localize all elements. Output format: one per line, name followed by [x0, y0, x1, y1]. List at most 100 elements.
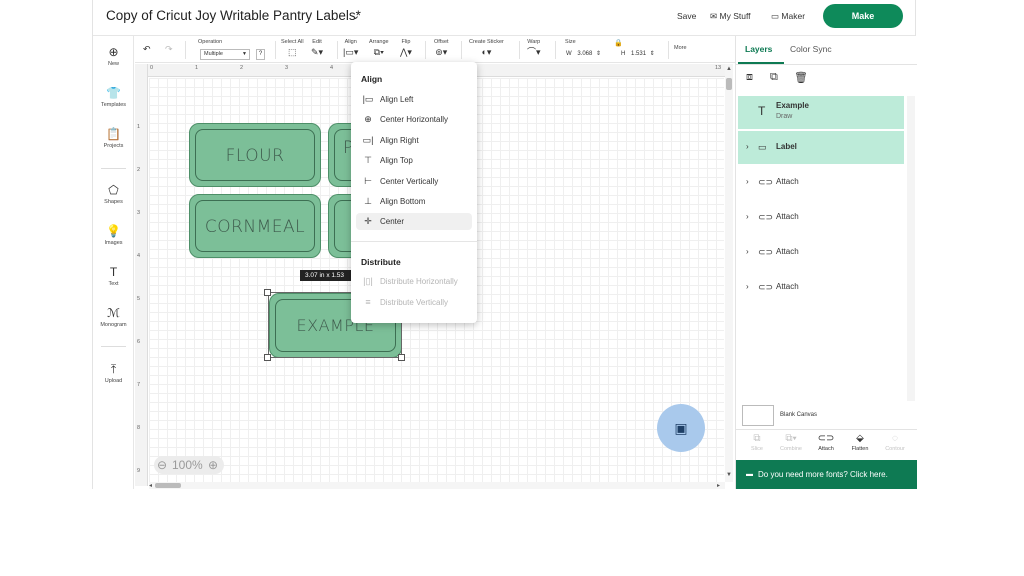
- chat-button[interactable]: ▣: [657, 404, 705, 452]
- chevron-right-icon[interactable]: ›: [746, 212, 749, 221]
- chevron-right-icon[interactable]: ›: [746, 177, 749, 186]
- redo-button[interactable]: ↷: [165, 42, 173, 56]
- ruler-number: 3: [285, 65, 289, 71]
- distribute-heading: Distribute: [361, 257, 401, 267]
- menu-distribute-vertically[interactable]: ≡ Distribute Vertically: [356, 294, 472, 311]
- warp-button[interactable]: Warp ⌒▾: [527, 39, 541, 59]
- menu-item-label: Center Horizontally: [380, 115, 449, 124]
- group-layers-icon[interactable]: ⧈: [746, 71, 753, 84]
- ruler-number: 2: [137, 167, 141, 173]
- select-all-button[interactable]: Select All ⬚: [281, 39, 304, 59]
- rail-monogram[interactable]: ℳ Monogram: [93, 306, 134, 328]
- menu-center[interactable]: ✛ Center: [356, 213, 472, 230]
- make-button[interactable]: Make: [823, 4, 903, 28]
- operation-label: Operation: [198, 39, 223, 45]
- flatten-button[interactable]: ⬙ Flatten: [845, 432, 875, 452]
- rail-projects[interactable]: 📋 Projects: [93, 127, 134, 149]
- undo-button[interactable]: ↶: [143, 42, 151, 56]
- save-button[interactable]: Save: [677, 11, 696, 21]
- rail-label: Templates: [100, 102, 127, 108]
- height-field[interactable]: H 1.531 ⇕: [621, 49, 655, 60]
- menu-align-top[interactable]: ⊤ Align Top: [356, 152, 472, 169]
- rail-new[interactable]: ⊕ New: [93, 45, 134, 67]
- tool-label: Combine: [779, 446, 802, 452]
- rail-shapes[interactable]: ⬠ Shapes: [93, 183, 134, 205]
- ruler-number: 4: [330, 65, 334, 71]
- label-shape-flour[interactable]: FLOUR: [189, 123, 321, 187]
- menu-align-bottom[interactable]: ⊥ Align Bottom: [356, 193, 472, 210]
- scroll-right-icon[interactable]: ▸: [717, 482, 720, 489]
- chevron-down-icon[interactable]: ⌄: [351, 9, 360, 22]
- height-prefix: H: [621, 51, 626, 57]
- combine-button[interactable]: ⧉▾ Combine: [776, 432, 806, 452]
- layers-scrollbar[interactable]: [907, 96, 915, 401]
- rail-text[interactable]: T Text: [93, 265, 134, 287]
- canvas-vertical-scrollbar[interactable]: ▲ ▼: [725, 64, 733, 482]
- layer-row-label[interactable]: › ▭ Label: [738, 131, 904, 164]
- redo-icon: ↷: [165, 44, 173, 54]
- create-sticker-button[interactable]: Create Sticker ◐▾: [469, 39, 504, 59]
- text-layer-icon: T: [758, 104, 766, 118]
- toolbar-divider: [425, 41, 426, 59]
- chevron-right-icon[interactable]: ›: [746, 282, 749, 291]
- tab-layers[interactable]: Layers: [745, 44, 772, 54]
- offset-button[interactable]: Offset ⊚▾: [434, 39, 449, 59]
- contour-button[interactable]: ◌ Contour: [880, 432, 910, 452]
- menu-center-vertically[interactable]: ⊢ Center Vertically: [356, 173, 472, 190]
- chevron-right-icon[interactable]: ›: [746, 142, 749, 151]
- layer-row-attach[interactable]: › ⊂⊃ Attach: [738, 271, 904, 304]
- menu-distribute-horizontally[interactable]: |▯| Distribute Horizontally: [356, 273, 472, 290]
- scroll-left-icon[interactable]: ◂: [149, 482, 152, 489]
- menu-center-horizontally[interactable]: ⊕ Center Horizontally: [356, 111, 472, 128]
- scroll-down-icon[interactable]: ▼: [726, 472, 732, 478]
- tab-color-sync[interactable]: Color Sync: [790, 44, 832, 54]
- more-button[interactable]: More: [674, 45, 687, 51]
- rail-templates[interactable]: 👕 Templates: [93, 86, 134, 108]
- zoom-in-icon[interactable]: ⊕: [208, 456, 218, 474]
- slice-button[interactable]: ⧉ Slice: [742, 432, 772, 452]
- toolbar-divider: [275, 41, 276, 59]
- trash-icon[interactable]: 🗑: [794, 71, 808, 84]
- lock-icon[interactable]: 🔒: [614, 39, 623, 47]
- layer-row-attach[interactable]: › ⊂⊃ Attach: [738, 166, 904, 199]
- menu-align-right[interactable]: ▭| Align Right: [356, 132, 472, 149]
- my-stuff-button[interactable]: ✉ My Stuff: [710, 11, 751, 22]
- resize-handle-bottom-right[interactable]: [398, 354, 405, 361]
- operation-value: Multiple: [204, 51, 223, 57]
- scroll-up-icon[interactable]: ▲: [726, 66, 732, 72]
- resize-handle-bottom-left[interactable]: [264, 354, 271, 361]
- layer-row-attach[interactable]: › ⊂⊃ Attach: [738, 201, 904, 234]
- menu-item-label: Center: [380, 217, 405, 226]
- center-vertically-icon: ⊢: [364, 176, 372, 186]
- operation-select[interactable]: Multiple ▼: [200, 49, 250, 60]
- rail-divider: [101, 346, 126, 347]
- rail-images[interactable]: 💡 Images: [93, 224, 134, 246]
- menu-align-left[interactable]: |▭ Align Left: [356, 91, 472, 108]
- layer-row-example[interactable]: T Example Draw: [738, 96, 904, 129]
- layer-row-attach[interactable]: › ⊂⊃ Attach: [738, 236, 904, 269]
- duplicate-icon[interactable]: ⧉: [770, 71, 778, 84]
- flip-button[interactable]: Flip ⋀▾: [400, 39, 412, 59]
- maker-button[interactable]: ▭ Maker: [771, 11, 805, 22]
- layer-name: Attach: [776, 177, 799, 186]
- label-shape-cornmeal[interactable]: CORNMEAL: [189, 194, 321, 258]
- arrange-button[interactable]: Arrange ⧉▾: [369, 39, 389, 59]
- rail-label: Text: [108, 281, 119, 287]
- fonts-banner[interactable]: ▬ Do you need more fonts? Click here.: [736, 460, 917, 489]
- align-right-icon: ▭|: [362, 135, 374, 145]
- project-title[interactable]: Copy of Cricut Joy Writable Pantry Label…: [106, 8, 361, 23]
- layer-subtitle: Draw: [776, 113, 793, 120]
- blank-canvas-swatch[interactable]: [742, 405, 774, 426]
- width-field[interactable]: W 3.068 ⇕: [566, 49, 601, 60]
- edit-button[interactable]: Edit ✎▾: [311, 39, 323, 59]
- attach-button[interactable]: ⊂⊃ Attach: [811, 432, 841, 452]
- chevron-right-icon[interactable]: ›: [746, 247, 749, 256]
- canvas-horizontal-scrollbar[interactable]: ◂ ▸: [149, 482, 725, 489]
- zoom-out-icon[interactable]: ⊖: [157, 456, 167, 474]
- scroll-thumb[interactable]: [155, 483, 181, 488]
- resize-handle-top-left[interactable]: [264, 289, 271, 296]
- help-button[interactable]: ?: [256, 49, 265, 60]
- scroll-thumb[interactable]: [726, 78, 732, 90]
- rail-upload[interactable]: ⤒ Upload: [93, 362, 134, 384]
- align-button[interactable]: Align |▭▾: [343, 39, 358, 59]
